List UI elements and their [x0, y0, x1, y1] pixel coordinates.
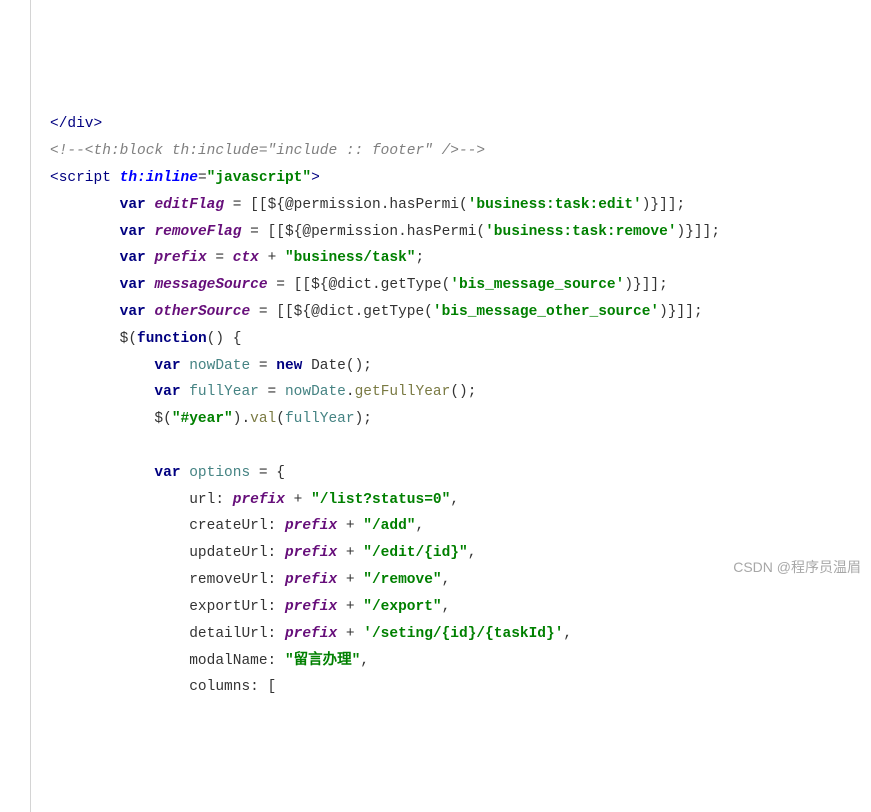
var-otherSource: otherSource	[154, 304, 250, 320]
var-removeFlag: removeFlag	[154, 224, 241, 240]
blank-line	[50, 438, 59, 454]
var-prefix: prefix	[154, 250, 206, 266]
var-messageSource: messageSource	[154, 277, 267, 293]
code-line: <!--<th:block th:include="include :: foo…	[50, 143, 485, 159]
code-line: var otherSource = [[${@dict.getType('bis…	[50, 304, 703, 320]
code-line: exportUrl: prefix + "/export",	[50, 599, 450, 615]
watermark: CSDN @程序员温眉	[733, 555, 861, 581]
code-line: modalName: "留言办理",	[50, 653, 369, 669]
comment: <!--<th:block th:include="include :: foo…	[50, 143, 485, 159]
code-line: columns: [	[50, 679, 276, 695]
div-tag: div	[67, 116, 93, 132]
code-line: var editFlag = [[${@permission.hasPermi(…	[50, 197, 685, 213]
script-tag: script	[59, 170, 111, 186]
code-line: var options = {	[50, 465, 285, 481]
code-line: detailUrl: prefix + '/seting/{id}/{taskI…	[50, 626, 572, 642]
var-editFlag: editFlag	[154, 197, 224, 213]
var-fullYear: fullYear	[189, 384, 259, 400]
code-line: <script th:inline="javascript">	[50, 170, 320, 186]
code-line: var prefix = ctx + "business/task";	[50, 250, 424, 266]
code-line: var nowDate = new Date();	[50, 358, 372, 374]
code-line: var messageSource = [[${@dict.getType('b…	[50, 277, 668, 293]
code-line: $(function() {	[50, 331, 241, 347]
code-line: </div>	[50, 116, 102, 132]
code-line: var removeFlag = [[${@permission.hasPerm…	[50, 224, 720, 240]
code-line: url: prefix + "/list?status=0",	[50, 492, 459, 508]
var-nowDate: nowDate	[189, 358, 250, 374]
code-line: updateUrl: prefix + "/edit/{id}",	[50, 545, 476, 561]
var-options: options	[189, 465, 250, 481]
attr-thinline: th:inline	[120, 170, 198, 186]
code-line: removeUrl: prefix + "/remove",	[50, 572, 450, 588]
code-line: var fullYear = nowDate.getFullYear();	[50, 384, 476, 400]
code-line: createUrl: prefix + "/add",	[50, 518, 424, 534]
code-line: $("#year").val(fullYear);	[50, 411, 372, 427]
